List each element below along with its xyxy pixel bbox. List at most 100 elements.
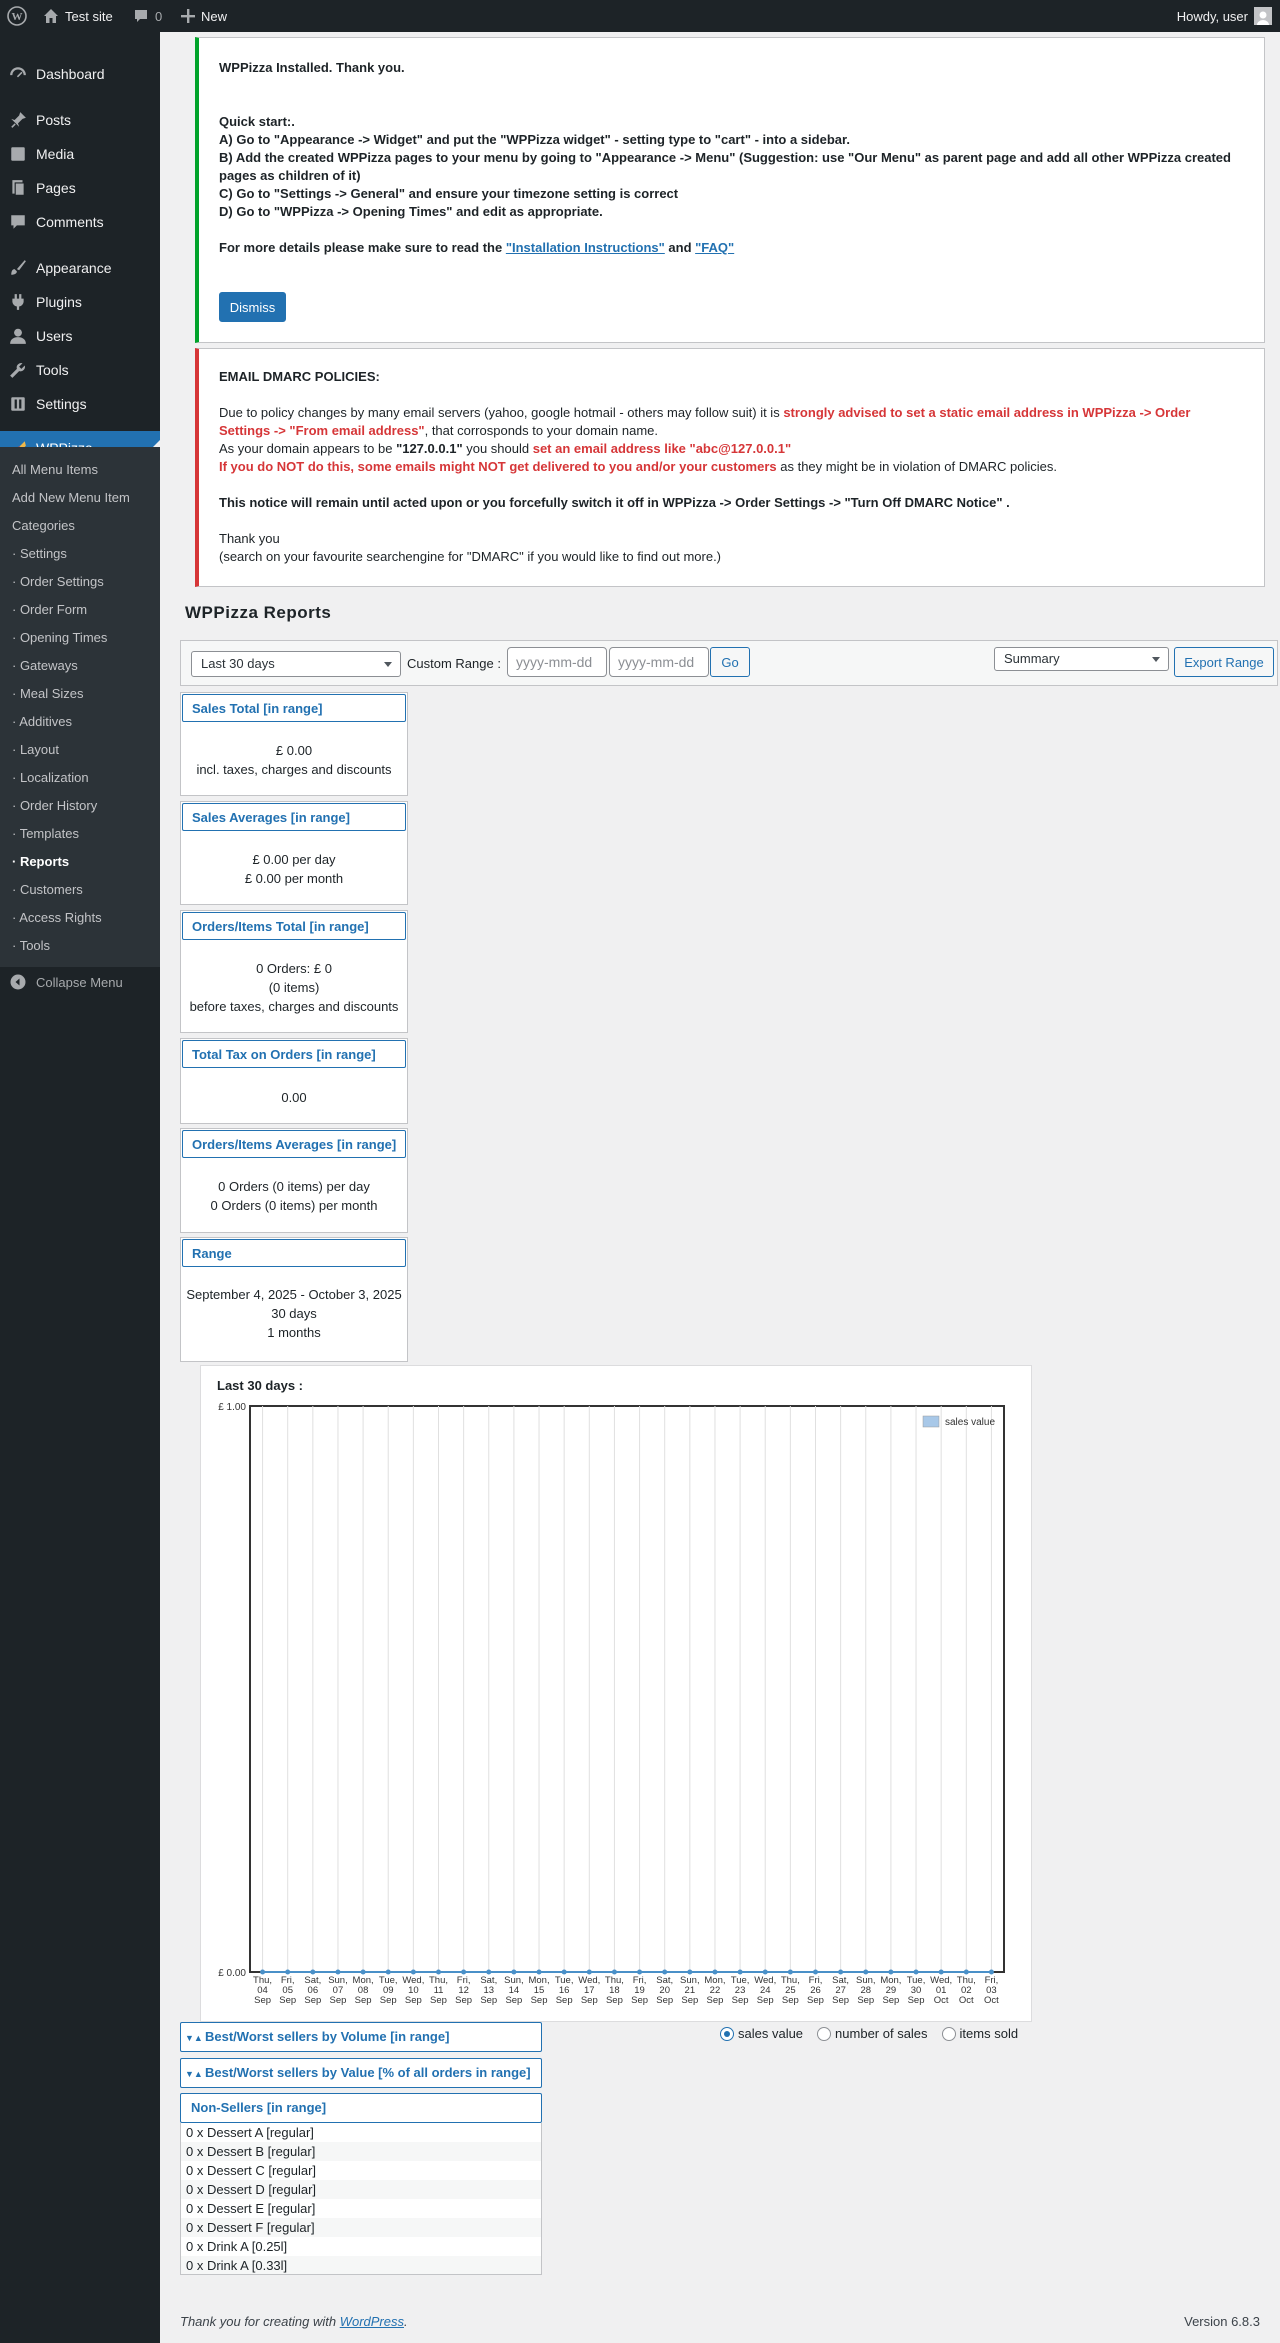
menu-item-pages[interactable]: Pages [0,171,160,205]
menu-item-users[interactable]: Users [0,319,160,353]
orders-averages-body: 0 Orders (0 items) per day 0 Orders (0 i… [181,1177,407,1215]
menu-item-appearance[interactable]: Appearance [0,251,160,285]
menu-item-label: Posts [36,112,72,128]
data-point [913,1969,919,1975]
data-point [712,1969,718,1975]
report-toolbar: Last 30 days Custom Range : yyyy-mm-dd y… [180,640,1278,686]
wordpress-logo-icon[interactable]: W [7,0,27,32]
dmarc-p1-warning-cont: Settings -> "From email address" [219,423,425,438]
site-link[interactable]: Test site [43,0,113,32]
range-body: September 4, 2025 - October 3, 2025 30 d… [181,1285,407,1342]
range-to-input[interactable]: yyyy-mm-dd [609,647,709,677]
x-tick-label: Sep [505,1995,522,2006]
menu-item-tools[interactable]: Tools [0,353,160,387]
x-tick-label: Sep [330,1995,347,2006]
best-worst-volume-toggle[interactable]: ▼▲ Best/Worst sellers by Volume [in range… [180,2022,542,2052]
menu-item-plugins[interactable]: Plugins [0,285,160,319]
range-from-input[interactable]: yyyy-mm-dd [507,647,607,677]
settings-icon [0,395,36,413]
submenu-item[interactable]: · Access Rights [12,908,102,928]
account-menu[interactable]: Howdy, user [1177,0,1272,32]
data-point [461,1969,467,1975]
data-point [360,1969,366,1975]
x-tick-label: Sep [606,1995,623,2006]
orders-avg-month: 0 Orders (0 items) per month [210,1198,378,1213]
submenu-item[interactable]: · Order History [12,796,97,816]
x-tick-label: Sep [254,1995,271,2006]
data-point [410,1969,416,1975]
submenu-item[interactable]: · Customers [12,880,83,900]
metric-label: items sold [959,2026,1019,2041]
menu-item-posts[interactable]: Posts [0,103,160,137]
range-select[interactable]: Last 30 days [191,651,401,677]
submenu-item[interactable]: Categories [12,516,75,536]
submenu-item[interactable]: · Tools [12,936,50,956]
and-text: and [664,240,696,255]
comments-link[interactable]: 0 [133,0,162,32]
faq-link[interactable]: "FAQ" [695,240,734,255]
range-months: 1 months [267,1325,321,1340]
report-type-select[interactable]: Summary [994,647,1169,671]
submenu-item[interactable]: · Reports [12,852,69,872]
total-tax-title: Total Tax on Orders [in range] [182,1040,406,1068]
range-title: Range [182,1239,406,1267]
submenu-item[interactable]: Add New Menu Item [12,488,130,508]
submenu-item[interactable]: · Layout [12,740,59,760]
accordion-label: Best/Worst sellers by Volume [in range] [205,2029,450,2044]
howdy-text: Howdy, user [1176,8,1248,24]
install-instructions-link[interactable]: "Installation Instructions" [506,240,665,255]
submenu-item[interactable]: · Templates [12,824,79,844]
submenu-item[interactable]: All Menu Items [12,460,98,480]
new-content-link[interactable]: New [181,0,227,32]
menu-item-label: Comments [36,214,104,230]
orders-total-body: 0 Orders: £ 0 (0 items) before taxes, ch… [181,959,407,1016]
data-point [586,1969,592,1975]
menu-item-settings[interactable]: Settings [0,387,160,421]
dmarc-p1-text: Due to policy changes by many email serv… [219,405,784,420]
menu-item-dashboard[interactable]: Dashboard [0,57,160,91]
menu-item-label: Plugins [36,294,82,310]
comment-icon [135,10,147,22]
menu-item-media[interactable]: Media [0,137,160,171]
submenu-item[interactable]: · Order Form [12,600,87,620]
submenu-item[interactable]: · Order Settings [12,572,104,592]
dmarc-paragraph-2: As your domain appears to be "127.0.0.1"… [219,441,791,456]
x-tick-label: Sep [380,1995,397,2006]
y-tick-label: £ 0.00 [218,1968,246,1979]
wrench-icon [0,361,36,379]
best-worst-value-toggle[interactable]: ▼▲ Best/Worst sellers by Value [% of all … [180,2058,542,2088]
export-range-button[interactable]: Export Range [1174,647,1274,677]
orders-total-note: before taxes, charges and discounts [189,999,399,1014]
submenu-item[interactable]: · Gateways [12,656,78,676]
dmarc-search-hint: (search on your favourite searchengine f… [219,549,722,564]
menu-item-label: Settings [36,396,87,412]
data-point [285,1969,291,1975]
data-point [762,1969,768,1975]
site-name: Test site [65,8,113,24]
data-point [611,1969,617,1975]
custom-range-label: Custom Range : [407,656,501,671]
metric-number-of-sales[interactable]: number of sales [817,2026,928,2041]
metric-items-sold[interactable]: items sold [941,2026,1019,2041]
dmarc-p3-warning: If you do NOT do this, some emails might… [219,459,777,474]
collapse-menu-button[interactable]: Collapse Menu [0,970,160,994]
metric-sales-value[interactable]: sales value [720,2026,803,2041]
range-dates: September 4, 2025 - October 3, 2025 [186,1287,402,1302]
go-button[interactable]: Go [710,647,750,677]
submenu-item[interactable]: · Localization [12,768,89,788]
pin-icon [0,111,36,129]
data-point [863,1969,869,1975]
submenu-item[interactable]: · Settings [12,544,67,564]
submenu-item[interactable]: · Meal Sizes [12,684,84,704]
footer-thanks-text: Thank you for creating with [180,2314,340,2329]
wordpress-link[interactable]: WordPress [340,2314,404,2329]
orders-averages-title: Orders/Items Averages [in range] [182,1130,406,1158]
footer-dot: . [404,2314,408,2329]
non-sellers-toggle[interactable]: Non-Sellers [in range] [180,2093,542,2123]
radio-icon [941,2026,956,2041]
submenu-item[interactable]: · Opening Times [12,628,107,648]
submenu-item[interactable]: · Additives [12,712,72,732]
menu-item-comments[interactable]: Comments [0,205,160,239]
dismiss-button[interactable]: Dismiss [219,292,286,322]
x-tick-label: Sep [908,1995,925,2006]
